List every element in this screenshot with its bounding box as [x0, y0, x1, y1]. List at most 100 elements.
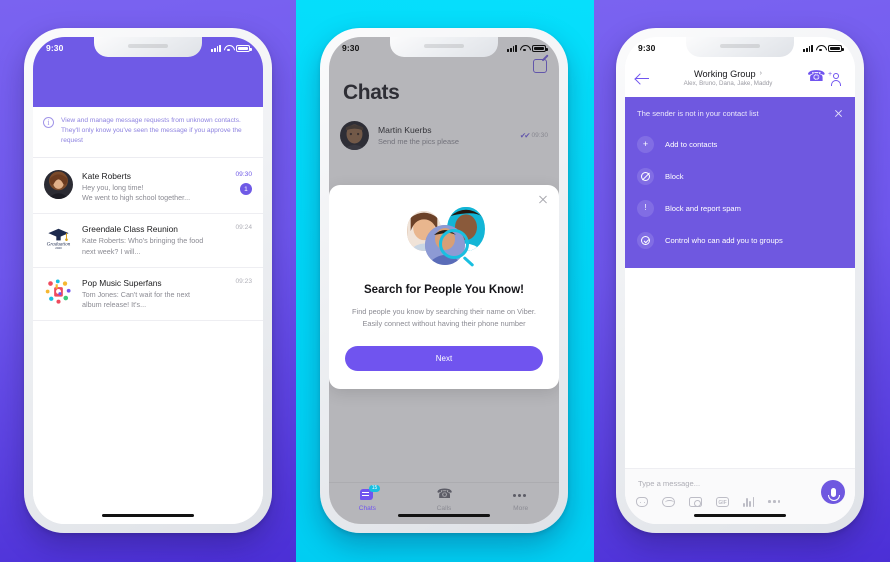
phone3-notch [686, 37, 794, 57]
table-row[interactable]: Kate Roberts Hey you, long time! We went… [33, 161, 263, 215]
back-arrow-icon[interactable] [636, 72, 649, 85]
home-indicator [102, 513, 194, 517]
tab-label: More [513, 505, 529, 512]
message-preview: Hey you, long time! We went to high scho… [82, 183, 191, 203]
contact-name: Kate Roberts [82, 171, 131, 181]
tab-chats[interactable]: 15 Chats [329, 483, 406, 524]
menu-item-block[interactable]: Block [625, 160, 855, 192]
camera-icon[interactable] [689, 496, 702, 507]
sender-not-in-contacts-panel: The sender is not in your contact list +… [625, 97, 855, 268]
request-meta: 09:23 [218, 277, 252, 285]
status-icons [211, 44, 252, 52]
tab-bar: 15 Chats Calls More [329, 482, 559, 524]
panel-header: The sender is not in your contact list [625, 107, 855, 128]
status-icons [507, 44, 548, 52]
status-badge: 15 [369, 485, 380, 492]
table-row[interactable]: Graduation 2020 Greendale Class Reunion … [33, 214, 263, 268]
phone3-screen: 9:30 Working Group › Alex, Bruno, Dana, … [625, 37, 855, 524]
warning-icon: ! [637, 199, 654, 217]
message-thread [625, 283, 855, 468]
home-indicator [694, 513, 786, 517]
request-meta: 09:24 [218, 223, 252, 231]
voice-wave-icon[interactable] [743, 496, 755, 507]
onboarding-modal: Search for People You Know! Find people … [329, 185, 559, 389]
avatar-pop-music-superfans [44, 276, 73, 306]
tab-label: Chats [358, 505, 376, 512]
menu-item-control-who-can-add-you[interactable]: Control who can add you to groups [625, 224, 855, 256]
phone2-screen: Chats Martin Kuerbs Send me the pics ple… [329, 37, 559, 524]
plus-icon: + [637, 135, 654, 153]
menu-item-block-and-report-spam[interactable]: ! Block and report spam [625, 192, 855, 224]
menu-item-add-to-contacts[interactable]: + Add to contacts [625, 128, 855, 160]
add-user-icon[interactable]: + [828, 71, 844, 86]
tab-more[interactable]: More [482, 483, 559, 524]
signal-bars-icon [803, 44, 813, 52]
microphone-icon[interactable] [821, 480, 845, 504]
signal-bars-icon [507, 44, 517, 52]
info-banner-text: View and manage message requests from un… [61, 117, 242, 145]
wifi-icon [816, 45, 825, 52]
info-banner: i View and manage message requests from … [33, 107, 263, 158]
menu-item-label: Control who can add you to groups [665, 235, 783, 245]
earpiece-speaker [424, 44, 464, 48]
tab-calls[interactable]: Calls [406, 483, 483, 524]
close-icon[interactable] [834, 109, 843, 118]
phone-chats-onboarding: Chats Martin Kuerbs Send me the pics ple… [320, 28, 568, 533]
phone-icon [437, 486, 453, 502]
search-icon [439, 229, 469, 259]
menu-item-label: Block [665, 171, 684, 181]
panel-header-text: The sender is not in your contact list [637, 109, 759, 118]
status-time: 9:30 [46, 43, 64, 53]
phone1-screen: 9:30 Message Requests i View and manage … [33, 37, 263, 524]
phone2-notch [390, 37, 498, 57]
next-button[interactable]: Next [345, 345, 543, 371]
close-icon[interactable] [538, 194, 548, 204]
phone-message-requests: 9:30 Message Requests i View and manage … [24, 28, 272, 533]
request-text: Pop Music Superfans Tom Jones: Can't wai… [82, 277, 209, 310]
timestamp: 09:30 [235, 171, 252, 178]
page-title: Working Group [694, 68, 756, 79]
status-time: 9:30 [638, 43, 656, 53]
chat-members: Alex, Bruno, Dana, Jake, Maddy [683, 80, 773, 88]
tab-label: Calls [436, 505, 452, 512]
gallery-icon[interactable] [662, 496, 675, 507]
chevron-right-icon: › [759, 70, 762, 78]
sticker-icon[interactable] [636, 496, 648, 507]
composer-tools: GIF [636, 496, 781, 507]
block-icon [637, 167, 654, 185]
menu-item-label: Add to contacts [665, 139, 718, 149]
message-input[interactable]: Type a message... [638, 479, 700, 488]
wifi-icon [224, 45, 233, 52]
table-row[interactable]: Pop Music Superfans Tom Jones: Can't wai… [33, 268, 263, 322]
wifi-icon [520, 45, 529, 52]
call-icon[interactable] [807, 67, 826, 85]
earpiece-speaker [720, 44, 760, 48]
request-text: Kate Roberts Hey you, long time! We went… [82, 170, 209, 203]
request-text: Greendale Class Reunion Kate Roberts: Wh… [82, 223, 209, 256]
timestamp: 09:23 [235, 277, 252, 285]
chat-title-block[interactable]: Working Group › Alex, Bruno, Dana, Jake,… [657, 69, 799, 88]
check-circle-icon [637, 231, 654, 249]
message-requests-list: Kate Roberts Hey you, long time! We went… [33, 161, 263, 524]
gif-icon[interactable]: GIF [716, 496, 729, 507]
phone-group-chat: 9:30 Working Group › Alex, Bruno, Dana, … [616, 28, 864, 533]
timestamp: 09:24 [235, 224, 252, 232]
phone1-notch [94, 37, 202, 57]
message-preview: Tom Jones: Can't wait for the next album… [82, 289, 191, 310]
status-time: 9:30 [342, 43, 360, 53]
avatar [44, 170, 73, 199]
phone3-navbar: Working Group › Alex, Bruno, Dana, Jake,… [625, 59, 855, 97]
status-badge: 1 [240, 183, 252, 195]
more-dots-icon[interactable] [768, 496, 781, 507]
earpiece-speaker [128, 44, 168, 48]
plus-glyph: + [642, 138, 649, 149]
status-icons [803, 44, 844, 52]
request-meta: 09:30 1 [218, 170, 252, 195]
search-people-illustration [389, 203, 499, 275]
avatar-kate-roberts [44, 170, 73, 199]
contact-name: Greendale Class Reunion [82, 224, 178, 235]
signal-bars-icon [211, 44, 221, 52]
modal-description: Find people you know by searching their … [352, 306, 536, 328]
plus-glyph: + [828, 71, 833, 78]
avatar-greendale-class-reunion: Graduation 2020 [44, 223, 73, 253]
